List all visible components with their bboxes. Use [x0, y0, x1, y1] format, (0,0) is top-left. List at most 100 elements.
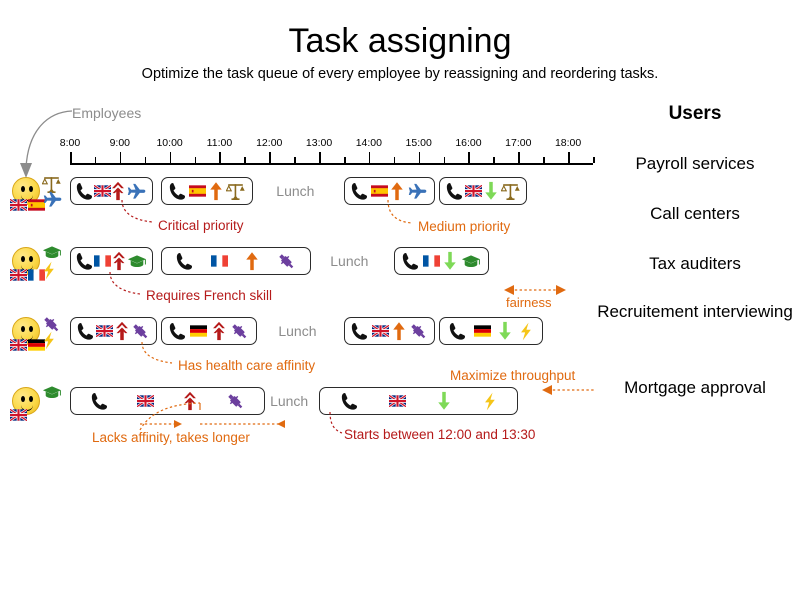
graduation-cap-icon: [42, 246, 62, 259]
task-skill: [230, 320, 249, 342]
lightning-bolt-icon: [44, 331, 54, 350]
fr-flag: [210, 255, 228, 267]
plane-icon: [127, 183, 146, 199]
task-skill: [500, 180, 520, 202]
syringe-icon: [279, 253, 294, 268]
annotation-lacks-affinity: Lacks affinity, takes longer: [92, 430, 250, 445]
priority-medium-icon: [210, 182, 222, 201]
task-box[interactable]: [343, 317, 436, 345]
employee-avatar-cell[interactable]: [10, 173, 72, 213]
fr-flag: [422, 255, 440, 267]
task-priority: [437, 390, 451, 412]
task-phone: [91, 390, 108, 412]
plane-icon: [43, 191, 62, 207]
task-skill: [461, 250, 481, 272]
task-skill: [127, 250, 147, 272]
priority-medium-icon: [246, 252, 259, 271]
axis-line: [70, 163, 593, 165]
task-box[interactable]: [161, 317, 257, 345]
task-phone: [341, 390, 358, 412]
axis-tick-label: 16:00: [455, 137, 482, 149]
task-language-flag: [371, 320, 389, 342]
task-phone: [402, 250, 419, 272]
task-priority: [498, 320, 512, 342]
employee-language-flags: [10, 339, 45, 351]
task-box[interactable]: [343, 177, 436, 205]
task-skill: [226, 390, 245, 412]
task-skill: [483, 390, 497, 412]
axis-tick-major: [319, 152, 321, 163]
task-box[interactable]: [161, 177, 253, 205]
task-language-flag: [465, 180, 483, 202]
employee-avatar-cell[interactable]: [10, 313, 72, 353]
leader-health-care-affinity: [141, 341, 173, 364]
axis-tick-minor: [294, 157, 296, 163]
lightning-bolt-icon: [521, 322, 532, 340]
axis-tick-major: [518, 152, 520, 163]
diagram-canvas: Task assigning Optimize the task queue o…: [0, 0, 800, 600]
uk-flag: [96, 325, 114, 337]
lunch-label: Lunch: [270, 393, 309, 409]
phone-icon: [352, 182, 368, 200]
employee-avatar-cell[interactable]: [10, 243, 72, 283]
leader-maximize-throughput: [542, 385, 596, 395]
axis-tick-label: 10:00: [156, 137, 183, 149]
task-box[interactable]: [161, 247, 311, 275]
lunch-label: Lunch: [276, 183, 315, 199]
task-box[interactable]: [70, 177, 154, 205]
lunch-label: Lunch: [330, 253, 369, 269]
de-flag: [190, 325, 208, 337]
lightning-bolt-icon: [44, 261, 54, 280]
task-box[interactable]: [439, 317, 544, 345]
task-skill: [131, 320, 150, 342]
employee-language-flags: [10, 269, 45, 281]
task-language-flag: [190, 320, 208, 342]
task-box[interactable]: [70, 317, 158, 345]
task-priority: [209, 180, 223, 202]
axis-tick-label: 18:00: [554, 137, 582, 149]
syringe-icon: [231, 323, 246, 338]
axis-tick-major: [568, 152, 570, 163]
axis-tick-minor: [343, 157, 346, 163]
syringe-icon: [227, 393, 242, 408]
task-phone: [169, 320, 186, 342]
task-language-flag: [473, 320, 491, 342]
task-priority: [245, 250, 259, 272]
priority-medium-icon: [391, 182, 404, 201]
phone-icon: [91, 392, 107, 410]
task-priority: [111, 180, 125, 202]
task-language-flag: [96, 320, 114, 342]
phone-icon: [341, 392, 357, 410]
phone-icon: [449, 322, 466, 340]
task-language-flag: [93, 180, 111, 202]
axis-tick-major: [70, 152, 72, 163]
user-item[interactable]: Call centers: [590, 202, 800, 226]
task-skill: [226, 180, 245, 202]
uk-flag: [10, 339, 27, 351]
phone-icon: [169, 182, 185, 200]
annotation-requires-french-skill: Requires French skill: [146, 288, 273, 303]
task-box[interactable]: [70, 387, 266, 415]
user-item[interactable]: Payroll services: [590, 152, 800, 176]
graduation-cap-icon: [42, 386, 62, 399]
priority-low-icon: [485, 181, 498, 200]
page-subtitle: Optimize the task queue of every employe…: [141, 66, 659, 82]
user-item[interactable]: Recruitement interviewing: [590, 300, 800, 324]
task-box[interactable]: [319, 387, 519, 415]
user-item[interactable]: Mortgage approval: [590, 376, 800, 400]
task-phone: [169, 180, 186, 202]
priority-critical-icon: [183, 391, 196, 411]
axis-tick-major: [119, 152, 122, 163]
phone-icon: [402, 252, 418, 270]
task-box[interactable]: [393, 247, 490, 275]
task-box[interactable]: [70, 247, 154, 275]
phone-icon: [77, 322, 94, 340]
priority-critical-icon: [112, 181, 125, 201]
task-skill: [126, 180, 147, 202]
es-flag: [188, 185, 206, 197]
task-box[interactable]: [439, 177, 527, 205]
user-item[interactable]: Tax auditers: [590, 252, 800, 276]
task-priority: [443, 250, 457, 272]
employee-avatar-cell[interactable]: [10, 383, 72, 423]
de-flag: [473, 325, 491, 337]
